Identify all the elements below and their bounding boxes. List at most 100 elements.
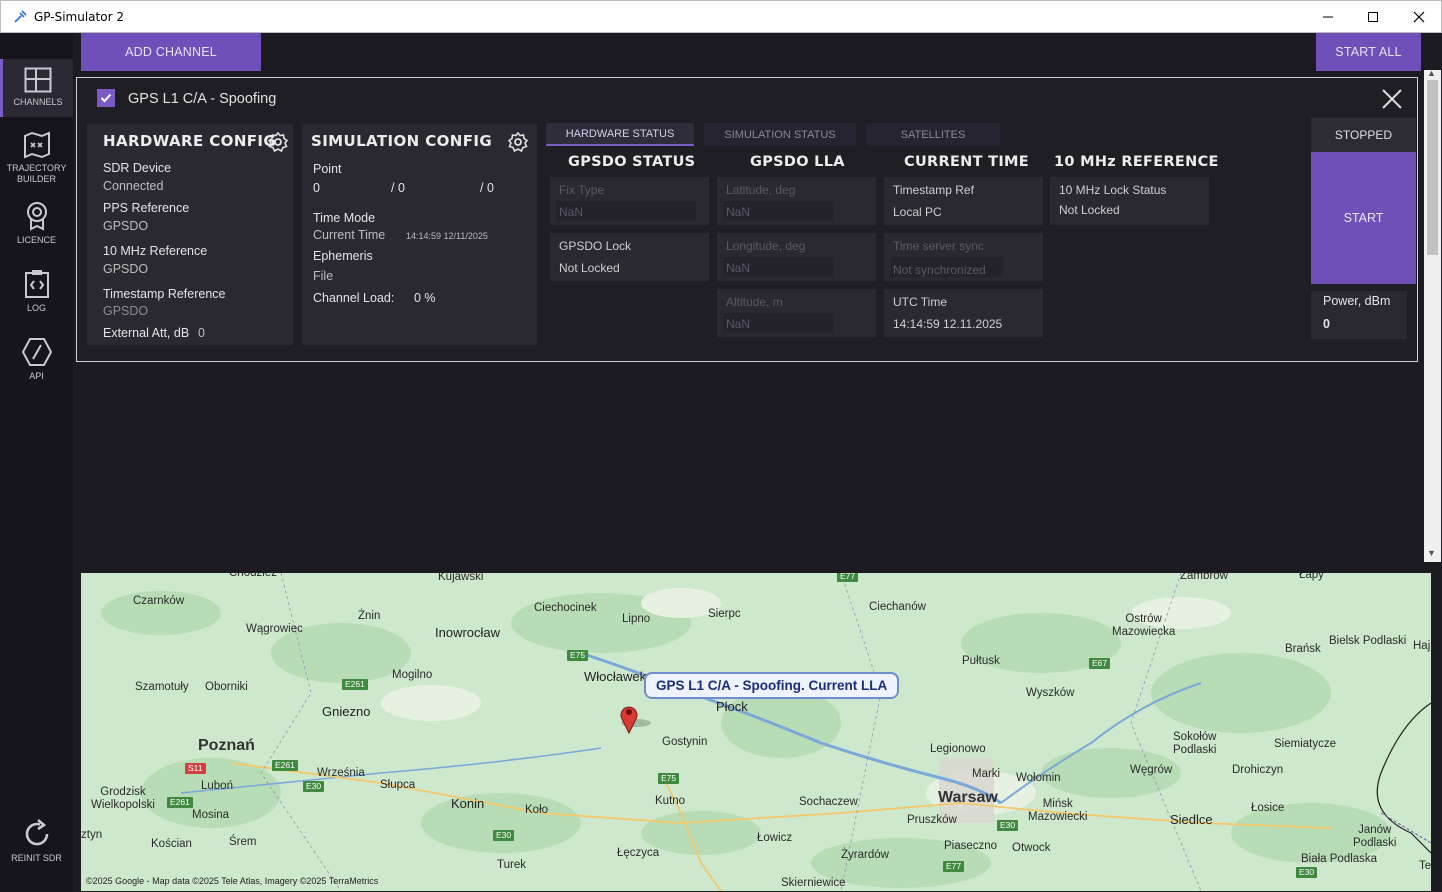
sdr-device-label: SDR Device [103,161,172,175]
channel-state-badge: STOPPED [1311,118,1416,152]
maximize-button[interactable] [1350,1,1396,33]
ref10-value: GPSDO [103,262,149,276]
utc-time-value: 14:14:59 12.11.2025 [893,317,1003,331]
timestamp-reference-label: Timestamp Reference [103,287,226,301]
time-mode-label: Time Mode [313,211,376,225]
timestamp-ref-label: Timestamp Ref [893,183,974,197]
timestamp-ref-value: Local PC [893,205,942,219]
start-channel-button[interactable]: START [1311,152,1416,284]
window-title: GP-Simulator 2 [34,10,124,24]
channel-load-label: Channel Load: [313,291,395,305]
utc-time-box: UTC Time 14:14:59 12.11.2025 [884,289,1043,337]
point-value-1: 0 [313,181,320,195]
longitude-value: NaN [726,261,751,275]
minimize-button[interactable] [1305,1,1351,33]
sdr-device-value: Connected [103,179,164,193]
reinit-sdr-label: REINIT SDR [11,853,62,863]
simulation-settings-gear-icon[interactable] [508,132,528,152]
check-icon [100,93,112,103]
ephemeris-value: File [313,269,334,283]
timestamp-ref-box: Timestamp Ref Local PC [884,177,1043,225]
ref10-lock-label: 10 MHz Lock Status [1059,183,1167,197]
sidebar-item-label: LOG [26,303,46,313]
close-channel-icon[interactable] [1382,89,1402,109]
map-icon [23,131,50,159]
channel-enabled-checkbox[interactable] [97,89,115,107]
point-label: Point [313,162,342,176]
timestamp-reference-value: GPSDO [103,304,149,318]
sidebar-item-channels[interactable]: CHANNELS [0,59,73,117]
scrollbar-thumb[interactable] [1427,80,1438,255]
map-location-tooltip: GPS L1 C/A - Spoofing. Current LLA [644,672,900,699]
start-all-button[interactable]: START ALL [1316,33,1421,71]
ref10-lock-value: Not Locked [1059,203,1120,217]
pps-reference-value: GPSDO [103,219,149,233]
code-clipboard-icon [24,270,49,298]
gpsdo-lla-title: GPSDO LLA [750,154,845,170]
latitude-label: Latitude, deg [726,183,796,197]
pps-reference-label: PPS Reference [103,201,190,215]
point-value-2: / 0 [391,181,405,195]
utc-time-label: UTC Time [893,295,947,309]
gpsdo-status-title: GPSDO STATUS [568,154,696,170]
hardware-config-title: HARDWARE CONFIG [103,132,277,150]
external-att-value: 0 [198,326,205,340]
time-sync-box: Time server sync Not synchronized [884,233,1043,281]
map-terrain [81,573,1431,891]
ref10-label: 10 MHz Reference [103,244,208,258]
simulation-config-title: SIMULATION CONFIG [311,132,493,150]
hardware-config-panel: HARDWARE CONFIG SDR Device Connected PPS… [87,124,293,345]
power-value[interactable]: 0 [1323,317,1330,331]
badge-icon [26,202,47,231]
sidebar-item-label: TRAJECTORY BUILDER [6,163,67,184]
minimize-icon [1323,16,1333,18]
simulation-config-panel: SIMULATION CONFIG Point 0 / 0 / 0 Time M… [302,124,537,345]
channel-load-value: 0 % [414,291,436,305]
sidebar-item-label: LICENCE [16,235,56,245]
longitude-label: Longitude, deg [726,239,806,253]
power-label: Power, dBm [1323,294,1391,308]
latitude-box: Latitude, deg NaN [717,177,876,225]
map-view[interactable]: Chodzież Kujawski Czarnków Żnin Ciechoci… [81,573,1431,891]
tab-satellites[interactable]: SATELLITES [866,123,1000,146]
sidebar-item-label: CHANNELS [13,97,63,107]
gpsdo-lock-value: Not Locked [559,261,620,275]
tab-hardware-status[interactable]: HARDWARE STATUS [546,123,694,146]
ref10-status-title: 10 MHz REFERENCE [1054,154,1219,170]
add-channel-button[interactable]: ADD CHANNEL [81,33,261,71]
longitude-box: Longitude, deg NaN [717,233,876,281]
time-sync-label: Time server sync [893,239,984,253]
fix-type-value: NaN [559,205,584,219]
main-scrollbar[interactable]: ▲ ▼ [1424,68,1441,562]
close-icon [1413,11,1425,23]
hardware-settings-gear-icon[interactable] [268,132,288,152]
tab-simulation-status[interactable]: SIMULATION STATUS [704,123,856,146]
close-window-button[interactable] [1396,1,1442,33]
altitude-value: NaN [726,317,751,331]
time-mode-value: Current Time [313,228,386,242]
time-mode-stamp: 14:14:59 12/11/2025 [406,231,488,241]
power-box: Power, dBm 0 [1311,291,1407,339]
sidebar-item-licence[interactable]: LICENCE [0,201,73,249]
current-time-title: CURRENT TIME [904,154,1029,170]
maximize-icon [1368,12,1378,22]
sidebar-item-trajectory-builder[interactable]: TRAJECTORY BUILDER [0,131,73,191]
sidebar-item-api[interactable]: API [0,337,73,385]
point-value-3: / 0 [480,181,494,195]
channel-title: GPS L1 C/A - Spoofing [128,91,277,107]
sidebar-item-log[interactable]: LOG [0,269,73,317]
external-att-label: External Att, dB [103,326,190,340]
title-bar: GP-Simulator 2 [0,0,1442,33]
time-sync-value: Not synchronized [893,263,986,277]
scroll-up-icon[interactable]: ▲ [1427,68,1436,78]
sidebar-item-label: API [29,371,44,381]
gpsdo-lock-box: GPSDO Lock Not Locked [550,233,709,281]
reinit-sdr-button[interactable]: REINIT SDR [0,819,73,867]
refresh-icon [25,819,48,846]
fix-type-label: Fix Type [559,183,605,197]
fix-type-box: Fix Type NaN [550,177,709,225]
sidebar: CHANNELS TRAJECTORY BUILDER LICENCE LOG … [0,33,73,892]
app-icon [14,10,27,23]
ref10-lock-box: 10 MHz Lock Status Not Locked [1050,177,1209,225]
scroll-down-icon[interactable]: ▼ [1427,548,1436,558]
